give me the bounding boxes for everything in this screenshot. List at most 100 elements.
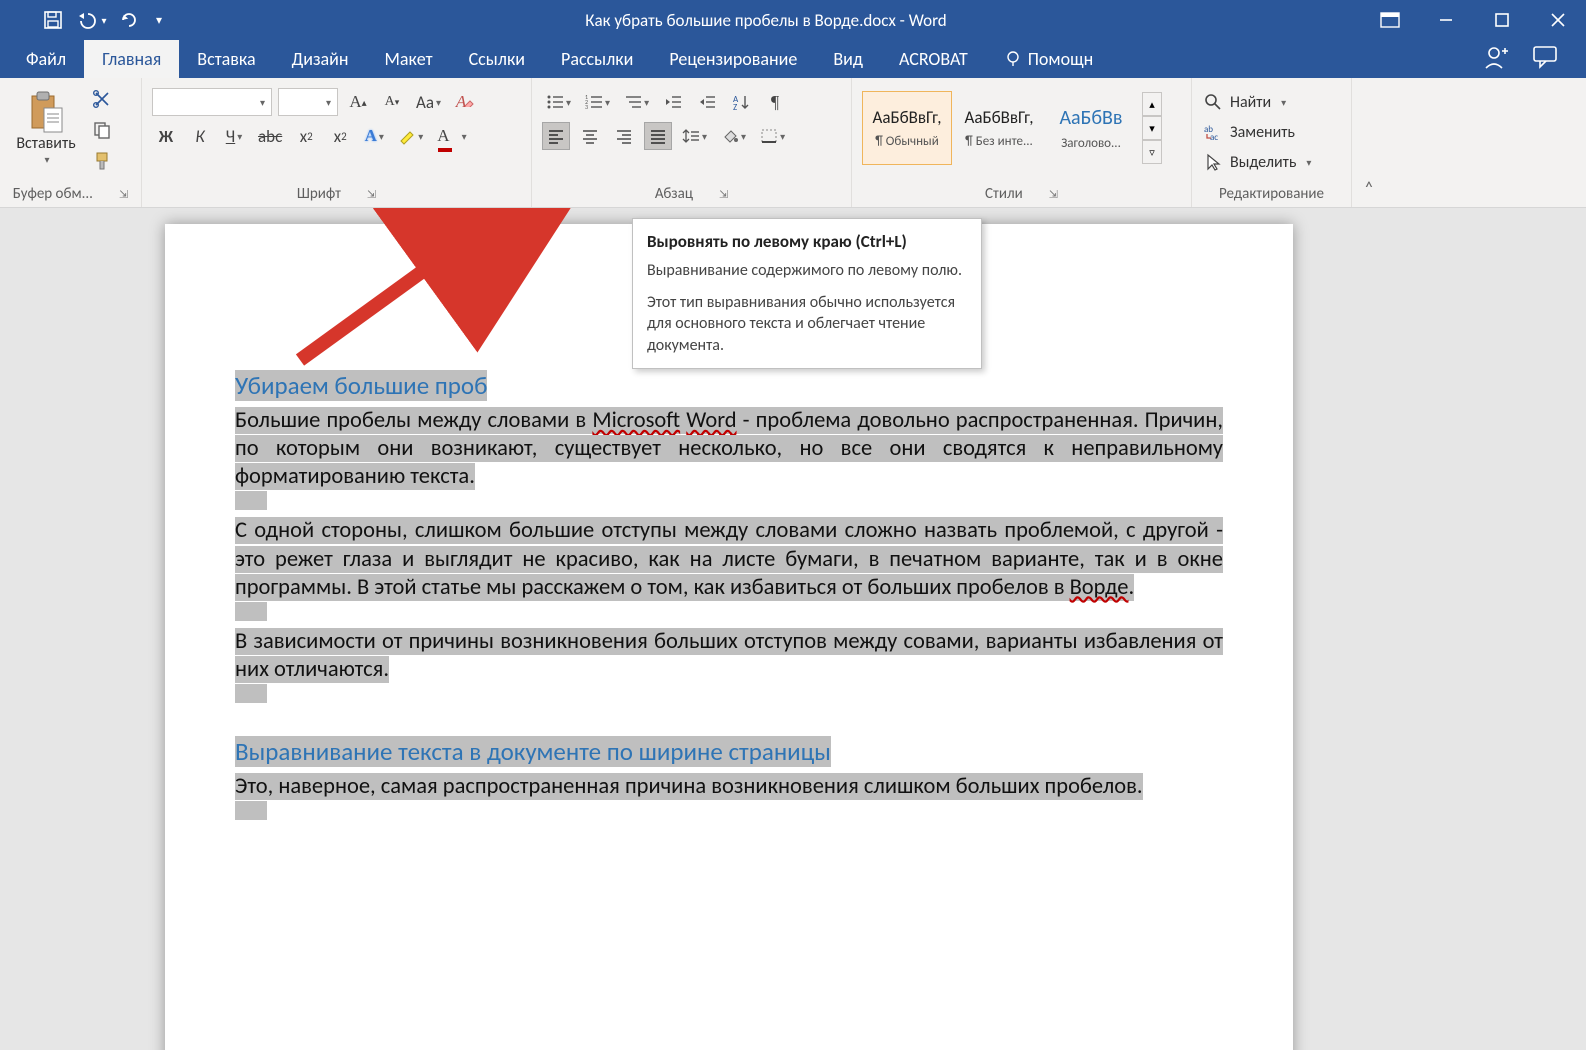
collapse-ribbon-button[interactable]: ˄	[1352, 78, 1386, 207]
format-painter-button[interactable]	[88, 149, 116, 174]
tooltip-title: Выровнять по левому краю (Ctrl+L)	[647, 231, 967, 252]
tab-file[interactable]: Файл	[8, 40, 84, 78]
copy-button[interactable]	[88, 117, 116, 142]
align-justify-button[interactable]	[644, 122, 672, 150]
group-styles-label: Стили	[985, 185, 1023, 203]
subscript-button[interactable]: x2	[292, 122, 320, 150]
bold-button[interactable]: Ж	[152, 122, 180, 150]
tab-review[interactable]: Рецензирование	[651, 40, 815, 78]
comments-button[interactable]	[1532, 45, 1558, 74]
styles-row-up[interactable]: ▴	[1142, 92, 1162, 116]
styles-expand[interactable]: ▿	[1142, 140, 1162, 164]
find-button[interactable]: Найти▾	[1202, 88, 1341, 116]
tab-references[interactable]: Ссылки	[451, 40, 543, 78]
share-button[interactable]	[1484, 44, 1510, 75]
tooltip-body2: Этот тип выравнивания обычно используетс…	[647, 292, 967, 357]
quick-access-toolbar: ▾ ▾	[0, 0, 170, 40]
styles-launcher[interactable]: ⇲	[1049, 188, 1058, 201]
decrease-indent-button[interactable]	[659, 88, 687, 116]
group-clipboard-label: Буфер обм...	[13, 185, 93, 203]
replace-icon: abac	[1204, 123, 1222, 141]
tab-mailings[interactable]: Рассылки	[543, 40, 651, 78]
styles-gallery-nav: ▴ ▾ ▿	[1142, 92, 1162, 164]
minimize-button[interactable]	[1418, 0, 1474, 40]
ribbon-display-options-button[interactable]	[1362, 0, 1418, 40]
redo-button[interactable]	[110, 0, 148, 40]
italic-button[interactable]: К	[186, 122, 214, 150]
title-bar: ▾ ▾ Как убрать большие пробелы в Ворде.d…	[0, 0, 1586, 40]
tab-insert[interactable]: Вставка	[179, 40, 273, 78]
maximize-button[interactable]	[1474, 0, 1530, 40]
window-controls	[1362, 0, 1586, 40]
highlight-button[interactable]: ▾	[394, 122, 427, 150]
align-center-button[interactable]	[576, 122, 604, 150]
style-normal[interactable]: АаБбВвГг, ¶ Обычный	[862, 91, 952, 165]
style-heading1[interactable]: АаБбВв Заголово...	[1046, 91, 1136, 165]
paste-button[interactable]: Вставить ▾	[10, 82, 82, 174]
style-sample: АаБбВвГг,	[872, 107, 941, 128]
underline-button[interactable]: Ч▾	[220, 122, 248, 150]
tab-acrobat[interactable]: ACROBAT	[881, 40, 986, 78]
tell-me-input[interactable]: Помощн	[986, 40, 1111, 78]
styles-row-down[interactable]: ▾	[1142, 116, 1162, 140]
copy-icon	[92, 120, 112, 140]
font-color-button[interactable]: A▾	[433, 122, 470, 150]
tab-home[interactable]: Главная	[84, 40, 179, 78]
undo-button[interactable]: ▾	[72, 0, 110, 40]
tab-layout[interactable]: Макет	[367, 40, 451, 78]
clipboard-launcher[interactable]: ⇲	[119, 188, 128, 201]
borders-button[interactable]: ▾	[756, 122, 789, 150]
paint-bucket-icon	[721, 128, 739, 144]
document-area: Убираем большие проб Большие пробелы меж…	[0, 208, 1586, 1050]
text-effects-button[interactable]: A▾	[360, 122, 388, 150]
qat-customize-button[interactable]: ▾	[148, 0, 170, 40]
save-button[interactable]	[34, 0, 72, 40]
sort-button[interactable]: AZ	[727, 88, 755, 116]
font-launcher[interactable]: ⇲	[367, 188, 376, 201]
numbering-button[interactable]: 123▾	[581, 88, 614, 116]
tooltip-body1: Выравнивание содержимого по левому полю.	[647, 260, 967, 282]
svg-text:Z: Z	[733, 102, 737, 110]
search-icon	[1204, 93, 1222, 111]
doc-heading-2: Выравнивание текста в документе по ширин…	[235, 736, 1223, 767]
tab-design[interactable]: Дизайн	[274, 40, 367, 78]
paragraph-launcher[interactable]: ⇲	[719, 188, 728, 201]
align-left-button[interactable]	[542, 122, 570, 150]
cut-button[interactable]	[88, 86, 116, 111]
tooltip-align-left: Выровнять по левому краю (Ctrl+L) Выравн…	[632, 218, 982, 369]
select-button[interactable]: Выделить▾	[1202, 148, 1341, 176]
line-spacing-button[interactable]: ▾	[678, 122, 711, 150]
group-font: ▾ ▾ A▴ A▾ Aa▾ A Ж К Ч▾ abc x2 x2 A▾ ▾ A▾…	[142, 78, 532, 207]
svg-text:A: A	[733, 94, 739, 105]
ribbon-tabs: Файл Главная Вставка Дизайн Макет Ссылки…	[0, 40, 1586, 78]
group-paragraph-label: Абзац	[655, 185, 693, 203]
shrink-font-button[interactable]: A▾	[378, 88, 406, 116]
cursor-icon	[1204, 153, 1222, 171]
align-right-button[interactable]	[610, 122, 638, 150]
multilevel-list-button[interactable]: ▾	[620, 88, 653, 116]
window-title: Как убрать большие пробелы в Ворде.docx …	[170, 10, 1362, 31]
increase-indent-button[interactable]	[693, 88, 721, 116]
strikethrough-button[interactable]: abc	[254, 122, 286, 150]
svg-text:3: 3	[585, 103, 588, 110]
superscript-button[interactable]: x2	[326, 122, 354, 150]
show-marks-button[interactable]: ¶	[761, 88, 789, 116]
doc-heading-1: Убираем большие проб	[235, 370, 1223, 401]
change-case-button[interactable]: Aa▾	[412, 88, 445, 116]
style-name: ¶ Без инте...	[959, 134, 1039, 149]
svg-text:ac: ac	[1210, 132, 1218, 141]
replace-button[interactable]: abac Заменить	[1202, 118, 1341, 146]
style-name: ¶ Обычный	[867, 134, 947, 149]
font-size-combo[interactable]: ▾	[278, 88, 338, 116]
close-button[interactable]	[1530, 0, 1586, 40]
font-family-combo[interactable]: ▾	[152, 88, 272, 116]
shading-button[interactable]: ▾	[717, 122, 750, 150]
group-styles: АаБбВвГг, ¶ Обычный АаБбВвГг, ¶ Без инте…	[852, 78, 1192, 207]
clear-formatting-button[interactable]: A	[451, 88, 479, 116]
tab-view[interactable]: Вид	[815, 40, 881, 78]
svg-text:2: 2	[585, 98, 588, 106]
style-no-spacing[interactable]: АаБбВвГг, ¶ Без инте...	[954, 91, 1044, 165]
bullets-button[interactable]: ▾	[542, 88, 575, 116]
brush-icon	[92, 151, 112, 171]
grow-font-button[interactable]: A▴	[344, 88, 372, 116]
